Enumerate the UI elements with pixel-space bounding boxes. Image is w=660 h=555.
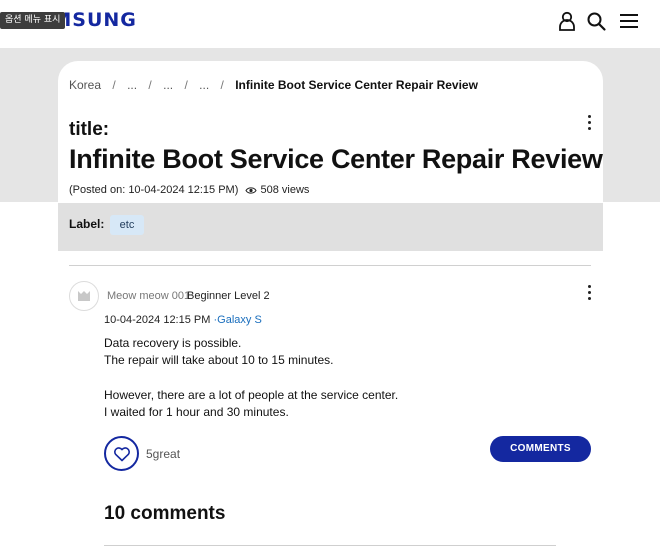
breadcrumb-item-ellipsis[interactable]: ...	[163, 78, 173, 92]
user-icon[interactable]	[556, 10, 578, 32]
posted-on: (Posted on: 10-04-2024 12:15 PM)	[69, 184, 239, 196]
label-bar: Label: etc	[58, 203, 603, 251]
breadcrumb-separator: /	[148, 78, 152, 92]
divider	[104, 545, 556, 546]
message-line: Data recovery is possible.	[104, 336, 242, 350]
message-date: 10-04-2024 12:15 PM ·Galaxy S	[104, 314, 262, 326]
breadcrumb-item-ellipsis[interactable]: ...	[127, 78, 137, 92]
like-button[interactable]	[104, 436, 139, 471]
message-line: The repair will take about 10 to 15 minu…	[104, 353, 334, 367]
top-navigation-bar: 옵션 메뉴 표시 SAMSUNG	[0, 0, 660, 48]
breadcrumb-item-ellipsis[interactable]: ...	[199, 78, 209, 92]
avatar[interactable]	[69, 281, 99, 311]
post-card: Korea / ... / ... / ... / Infinite Boot …	[58, 61, 603, 555]
heart-icon	[114, 447, 130, 462]
search-icon[interactable]	[585, 10, 607, 32]
author-rank: Beginner Level 2	[187, 290, 270, 302]
eye-icon	[245, 186, 258, 198]
breadcrumb-separator: /	[220, 78, 224, 92]
label-tag-etc[interactable]: etc	[110, 215, 144, 235]
divider	[69, 265, 591, 266]
hamburger-menu-icon[interactable]	[618, 10, 640, 32]
message-date-text: 10-04-2024 12:15 PM	[104, 314, 211, 326]
label-title: Label:	[69, 217, 105, 231]
author-name[interactable]: Meow meow 001	[107, 290, 190, 302]
page-title: Infinite Boot Service Center Repair Revi…	[69, 144, 603, 174]
post-options-kebab-icon[interactable]	[586, 115, 592, 131]
breadcrumb: Korea / ... / ... / ... / Infinite Boot …	[69, 78, 486, 92]
breadcrumb-current: Infinite Boot Service Center Repair Revi…	[235, 78, 478, 92]
view-count: 508 views	[260, 184, 310, 196]
like-count: 5great	[146, 447, 181, 461]
breadcrumb-separator: /	[184, 78, 188, 92]
title-prefix: title:	[69, 119, 110, 140]
post-meta: (Posted on: 10-04-2024 12:15 PM) 508 vie…	[69, 184, 309, 198]
breadcrumb-item-korea[interactable]: Korea	[69, 78, 101, 92]
comments-button[interactable]: COMMENTS	[490, 436, 591, 462]
message-line: I waited for 1 hour and 30 minutes.	[104, 405, 289, 419]
message-options-kebab-icon[interactable]	[586, 285, 592, 301]
options-menu-tooltip: 옵션 메뉴 표시	[0, 12, 66, 29]
comments-heading: 10 comments	[104, 503, 226, 524]
product-link[interactable]: ·Galaxy S	[213, 314, 261, 326]
message-line: However, there are a lot of people at th…	[104, 388, 399, 402]
breadcrumb-separator: /	[112, 78, 116, 92]
